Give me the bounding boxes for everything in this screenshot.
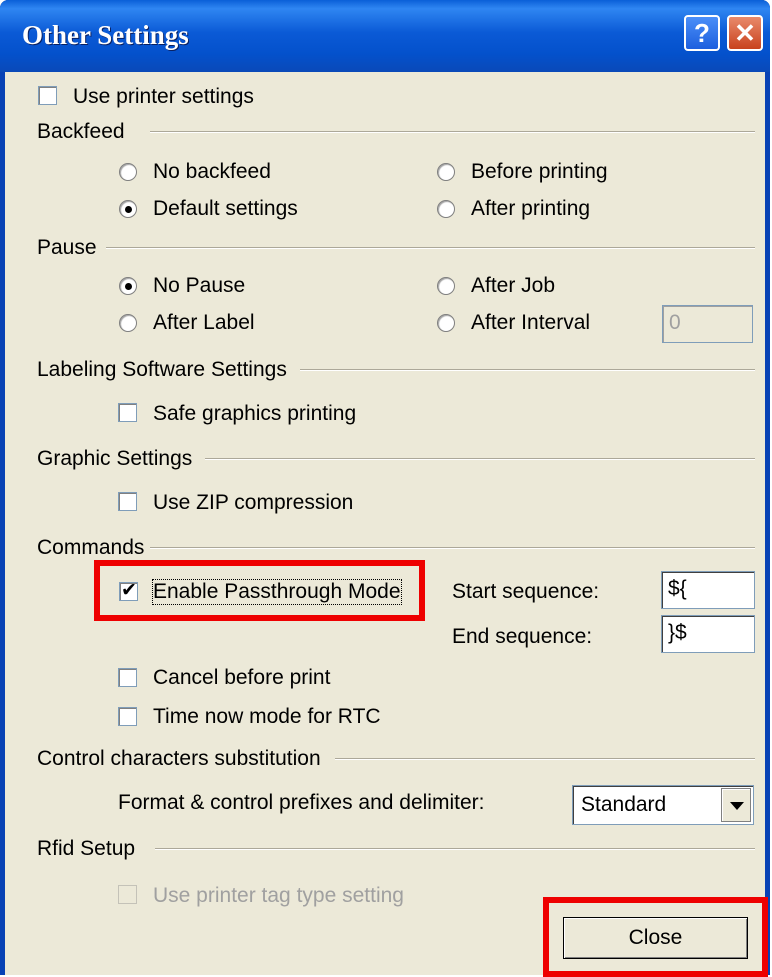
rtc-time-now-checkbox[interactable]	[118, 707, 137, 726]
start-sequence-input[interactable]: ${	[661, 571, 755, 609]
use-printer-settings-checkbox[interactable]	[38, 86, 57, 105]
control-characters-divider	[335, 758, 755, 760]
radio-after-job[interactable]	[437, 277, 455, 295]
radio-after-label[interactable]	[119, 314, 137, 332]
printer-tag-type-label: Use printer tag type setting	[153, 884, 404, 907]
backfeed-divider	[150, 131, 755, 133]
control-characters-heading: Control characters substitution	[37, 747, 321, 770]
after-job-label[interactable]: After Job	[471, 274, 555, 298]
radio-no-backfeed[interactable]	[119, 163, 137, 181]
graphic-settings-heading: Graphic Settings	[37, 447, 193, 470]
radio-after-printing[interactable]	[437, 200, 455, 218]
rfid-setup-heading: Rfid Setup	[37, 837, 136, 860]
title-bar[interactable]: Other Settings ? ✕	[0, 0, 770, 72]
cancel-before-print-label[interactable]: Cancel before print	[153, 666, 330, 690]
zip-compression-label[interactable]: Use ZIP compression	[153, 491, 353, 515]
printer-tag-type-checkbox[interactable]	[118, 885, 137, 904]
commands-divider	[150, 547, 755, 549]
radio-no-pause[interactable]	[119, 277, 137, 295]
commands-heading: Commands	[37, 536, 145, 559]
pause-divider	[106, 247, 755, 249]
default-settings-label[interactable]: Default settings	[153, 197, 298, 221]
radio-after-interval[interactable]	[437, 314, 455, 332]
no-pause-label[interactable]: No Pause	[153, 274, 245, 298]
interval-input[interactable]: 0	[662, 305, 753, 343]
radio-default-settings[interactable]	[119, 200, 137, 218]
safe-graphics-label[interactable]: Safe graphics printing	[153, 402, 356, 426]
dialog-title: Other Settings	[22, 20, 189, 50]
format-prefixes-select[interactable]: Standard	[572, 785, 754, 825]
help-button[interactable]: ?	[684, 15, 720, 51]
after-label-label[interactable]: After Label	[153, 311, 255, 335]
use-printer-settings-label[interactable]: Use printer settings	[73, 85, 254, 109]
passthrough-highlight-box	[94, 560, 425, 621]
end-sequence-input[interactable]: }$	[661, 615, 755, 653]
radio-before-printing[interactable]	[437, 163, 455, 181]
no-backfeed-label[interactable]: No backfeed	[153, 160, 271, 184]
after-printing-label[interactable]: After printing	[471, 197, 590, 221]
rtc-time-now-label[interactable]: Time now mode for RTC	[153, 705, 381, 729]
safe-graphics-checkbox[interactable]	[118, 403, 137, 422]
pause-heading: Pause	[37, 236, 97, 259]
format-prefixes-label: Format & control prefixes and delimiter:	[118, 791, 485, 814]
rfid-setup-divider	[155, 848, 755, 850]
window-frame-right	[765, 72, 770, 975]
backfeed-heading: Backfeed	[37, 120, 125, 143]
graphic-settings-divider	[205, 458, 755, 460]
format-prefixes-value: Standard	[581, 793, 667, 816]
cancel-before-print-checkbox[interactable]	[118, 668, 137, 687]
close-highlight-box	[543, 897, 768, 977]
chevron-down-icon[interactable]	[721, 788, 751, 822]
close-window-button[interactable]: ✕	[727, 15, 763, 51]
end-sequence-label: End sequence:	[452, 625, 593, 648]
zip-compression-checkbox[interactable]	[118, 492, 137, 511]
labeling-software-heading: Labeling Software Settings	[37, 358, 287, 381]
labeling-software-divider	[300, 369, 755, 371]
before-printing-label[interactable]: Before printing	[471, 160, 608, 184]
after-interval-label[interactable]: After Interval	[471, 311, 590, 335]
start-sequence-label: Start sequence:	[452, 580, 600, 603]
